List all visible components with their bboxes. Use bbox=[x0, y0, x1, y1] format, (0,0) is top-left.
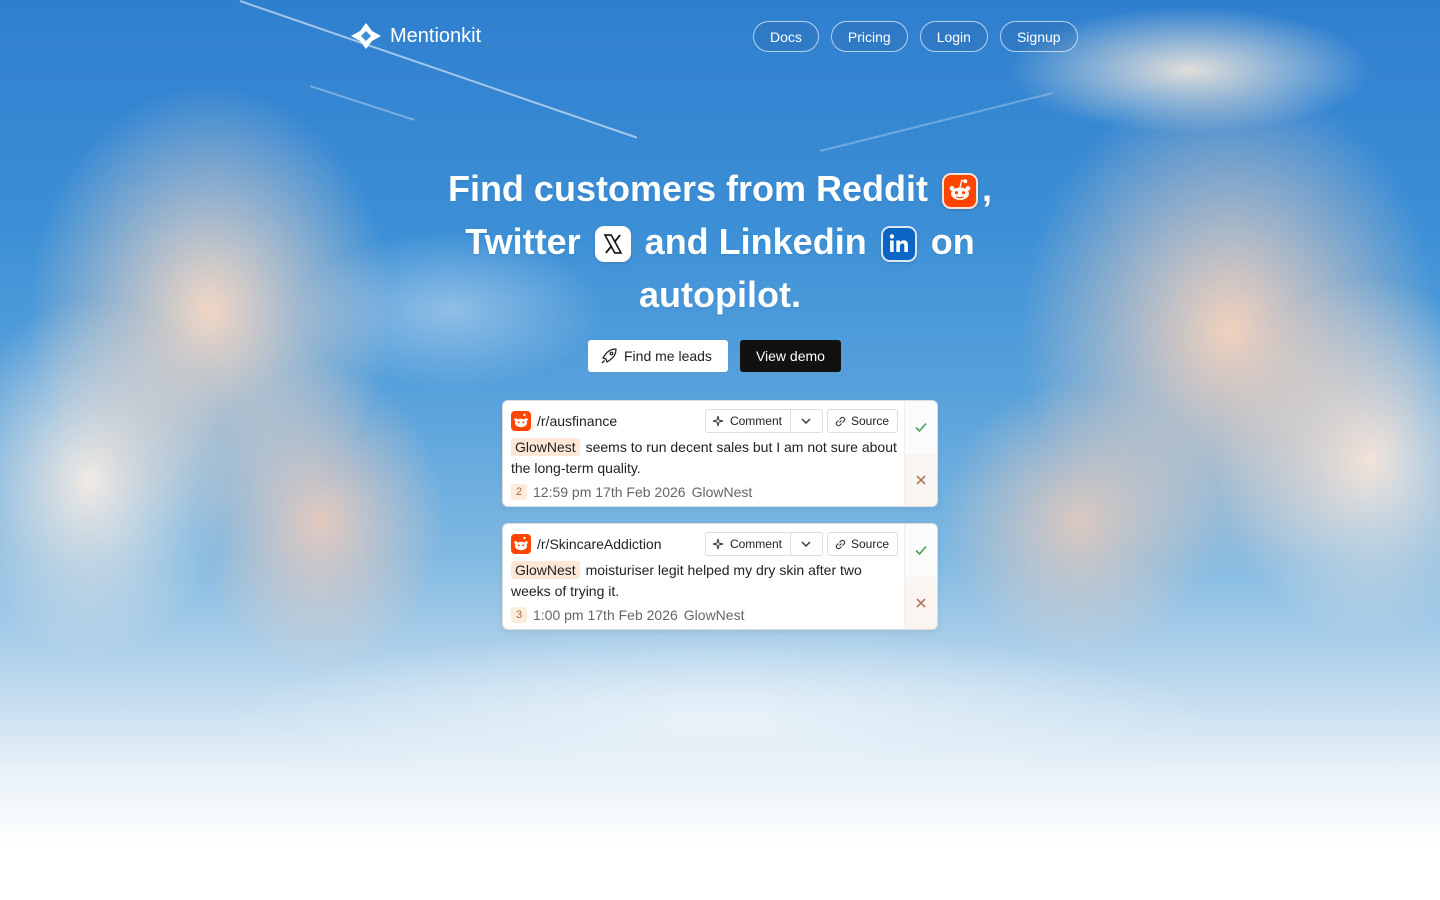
mentionkit-logo-icon bbox=[351, 23, 381, 49]
mention-source-row: /r/ausfinance bbox=[511, 411, 617, 431]
keyword-highlight: GlowNest bbox=[511, 561, 580, 579]
linkedin-icon bbox=[880, 226, 917, 262]
comment-button[interactable]: Comment bbox=[704, 409, 791, 433]
close-icon bbox=[916, 598, 926, 608]
contrail bbox=[239, 0, 638, 139]
brand-name: Mentionkit bbox=[390, 24, 482, 47]
mention-card: /r/ausfinance Comment Source GlowNest se… bbox=[502, 400, 938, 507]
source-label: Source bbox=[850, 537, 889, 551]
hero-comma: , bbox=[982, 168, 993, 209]
source-button[interactable]: Source bbox=[826, 409, 898, 433]
sparkle-icon bbox=[712, 415, 724, 426]
sparkle-icon bbox=[712, 538, 724, 549]
view-demo-button[interactable]: View demo bbox=[739, 340, 841, 372]
mention-actions: Comment Source bbox=[704, 409, 898, 433]
contrail bbox=[309, 85, 415, 121]
mention-keyword: GlowNest bbox=[683, 607, 745, 623]
mention-text: GlowNest seems to run decent sales but I… bbox=[511, 437, 899, 479]
chevron-down-icon bbox=[801, 541, 811, 547]
reddit-icon bbox=[511, 411, 531, 431]
source-button[interactable]: Source bbox=[826, 532, 898, 556]
hero-line-2: Twitter and Linkedin on bbox=[420, 215, 1020, 268]
cta-group: Find me leads View demo bbox=[588, 340, 841, 372]
mention-card-body: /r/ausfinance Comment Source GlowNest se… bbox=[503, 401, 906, 506]
mention-review-actions bbox=[904, 401, 937, 506]
hero-text-linkedin: and Linkedin bbox=[644, 221, 867, 262]
hero-headline: Find customers from Reddit , Twitter and bbox=[420, 162, 1020, 321]
comment-label: Comment bbox=[729, 414, 782, 428]
approve-button[interactable] bbox=[905, 524, 937, 577]
x-icon bbox=[594, 226, 631, 262]
hero-line-3: autopilot. bbox=[639, 274, 801, 315]
reddit-icon bbox=[511, 534, 531, 554]
mention-meta: 2 12:59 pm 17th Feb 2026 GlowNest bbox=[511, 484, 752, 500]
find-leads-label: Find me leads bbox=[624, 348, 712, 364]
mention-source-row: /r/SkincareAddiction bbox=[511, 534, 662, 554]
mention-card-body: /r/SkincareAddiction Comment Source Glow… bbox=[503, 524, 906, 629]
link-icon bbox=[835, 539, 846, 549]
mention-time: 12:59 pm 17th Feb 2026 bbox=[533, 484, 686, 500]
comment-split-button: Comment bbox=[704, 532, 823, 556]
link-icon bbox=[835, 416, 846, 426]
comment-label: Comment bbox=[729, 537, 782, 551]
reddit-icon bbox=[942, 173, 979, 209]
comment-options-button[interactable] bbox=[790, 409, 823, 433]
nav-login-button[interactable]: Login bbox=[919, 21, 988, 52]
hero-text-twitter: Twitter bbox=[465, 221, 581, 262]
check-icon bbox=[915, 546, 927, 556]
chevron-down-icon bbox=[801, 418, 811, 424]
reject-button[interactable] bbox=[905, 576, 937, 629]
rocket-icon bbox=[601, 348, 617, 364]
contrail bbox=[819, 91, 1054, 152]
source-label: Source bbox=[850, 414, 889, 428]
keyword-highlight: GlowNest bbox=[511, 438, 580, 456]
approve-button[interactable] bbox=[905, 401, 937, 454]
reject-button[interactable] bbox=[905, 453, 937, 506]
find-leads-button[interactable]: Find me leads bbox=[588, 340, 728, 372]
mention-text: GlowNest moisturiser legit helped my dry… bbox=[511, 560, 899, 602]
mention-time: 1:00 pm 17th Feb 2026 bbox=[533, 607, 678, 623]
nav-docs-button[interactable]: Docs bbox=[753, 21, 819, 52]
score-badge: 3 bbox=[511, 607, 527, 623]
nav-signup-button[interactable]: Signup bbox=[999, 21, 1078, 52]
mention-card: /r/SkincareAddiction Comment Source Glow… bbox=[502, 523, 938, 630]
score-badge: 2 bbox=[511, 484, 527, 500]
hero-text-reddit: Find customers from Reddit bbox=[447, 168, 928, 209]
hero-line-1: Find customers from Reddit , bbox=[420, 162, 1020, 215]
mention-review-actions bbox=[904, 524, 937, 629]
nav-pricing-button[interactable]: Pricing bbox=[830, 21, 908, 52]
comment-button[interactable]: Comment bbox=[704, 532, 791, 556]
mention-meta: 3 1:00 pm 17th Feb 2026 GlowNest bbox=[511, 607, 744, 623]
top-nav: Docs Pricing Login Signup bbox=[753, 21, 1078, 52]
comment-options-button[interactable] bbox=[790, 532, 823, 556]
hero-text-on: on bbox=[930, 221, 975, 262]
mention-actions: Comment Source bbox=[704, 532, 898, 556]
close-icon bbox=[916, 475, 926, 485]
brand-logo[interactable]: Mentionkit bbox=[350, 22, 481, 50]
subreddit-name[interactable]: /r/SkincareAddiction bbox=[537, 536, 662, 552]
subreddit-name[interactable]: /r/ausfinance bbox=[537, 413, 617, 429]
mention-keyword: GlowNest bbox=[691, 484, 753, 500]
comment-split-button: Comment bbox=[704, 409, 823, 433]
check-icon bbox=[915, 423, 927, 433]
